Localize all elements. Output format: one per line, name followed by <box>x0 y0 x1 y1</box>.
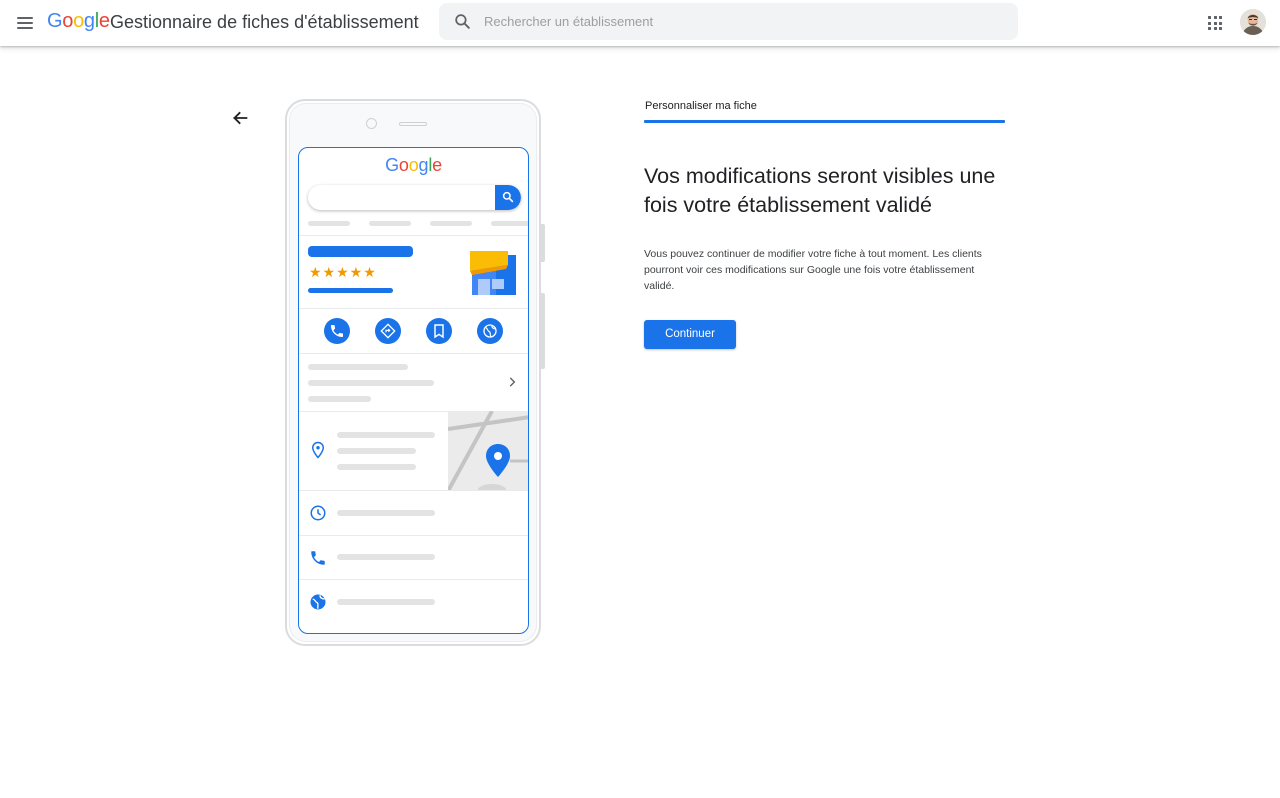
clock-icon <box>310 505 326 521</box>
search-icon <box>502 191 514 203</box>
placeholder-line <box>337 432 435 438</box>
globe-icon <box>483 324 497 338</box>
app-header: Google Gestionnaire de fiches d'établiss… <box>0 0 1280 46</box>
google-apps-button[interactable] <box>1203 11 1227 35</box>
save-action <box>426 318 452 344</box>
phone-icon <box>331 325 343 337</box>
bookmark-icon <box>434 324 444 339</box>
step-progress-bar <box>644 120 1005 123</box>
placeholder-line <box>337 510 435 516</box>
phone-screen: Google ★★★★★ <box>298 147 529 634</box>
avatar-image <box>1240 9 1266 35</box>
placeholder-line <box>308 364 408 370</box>
search-bar[interactable] <box>439 3 1018 40</box>
phone-camera <box>366 118 377 129</box>
page-headline: Vos modifications seront visibles une fo… <box>644 164 996 217</box>
step-tab-label: Personnaliser ma fiche <box>645 100 757 112</box>
placeholder-line <box>308 221 350 226</box>
app-title: Gestionnaire de fiches d'établissement <box>110 12 419 32</box>
placeholder-line <box>308 380 434 386</box>
google-logo[interactable]: Google <box>47 10 110 33</box>
location-pin-icon <box>311 441 325 459</box>
search-icon[interactable] <box>453 12 472 31</box>
business-name-placeholder <box>308 246 413 257</box>
phone-illustration: Google ★★★★★ <box>285 99 545 646</box>
placeholder-line <box>337 599 435 605</box>
page-description: Vous pouvez continuer de modifier votre … <box>644 248 982 292</box>
placeholder-line <box>337 554 435 560</box>
mock-search-bar <box>308 185 521 210</box>
placeholder-line <box>430 221 472 226</box>
placeholder-line <box>369 221 411 226</box>
placeholder-line <box>337 464 416 470</box>
mock-google-logo: Google <box>385 155 442 175</box>
menu-icon <box>17 17 33 19</box>
directions-icon <box>380 323 396 339</box>
account-avatar[interactable] <box>1240 9 1266 35</box>
mini-map <box>448 411 528 490</box>
placeholder-line <box>308 396 371 402</box>
business-category-placeholder <box>308 288 393 293</box>
globe-icon <box>310 594 326 610</box>
main-menu-button[interactable] <box>13 11 37 35</box>
chevron-right-icon <box>509 377 516 387</box>
mock-search-button <box>495 185 521 210</box>
back-button[interactable] <box>229 107 251 129</box>
directions-action <box>375 318 401 344</box>
website-action <box>477 318 503 344</box>
rating-stars: ★★★★★ <box>309 264 377 280</box>
search-input[interactable] <box>484 3 1004 40</box>
arrow-back-icon <box>233 111 248 125</box>
phone-icon <box>311 551 325 565</box>
placeholder-line <box>491 221 528 226</box>
placeholder-line <box>337 448 416 454</box>
continue-button[interactable]: Continuer <box>644 320 736 349</box>
phone-speaker <box>399 122 427 126</box>
call-action <box>324 318 350 344</box>
storefront-icon <box>470 251 516 295</box>
